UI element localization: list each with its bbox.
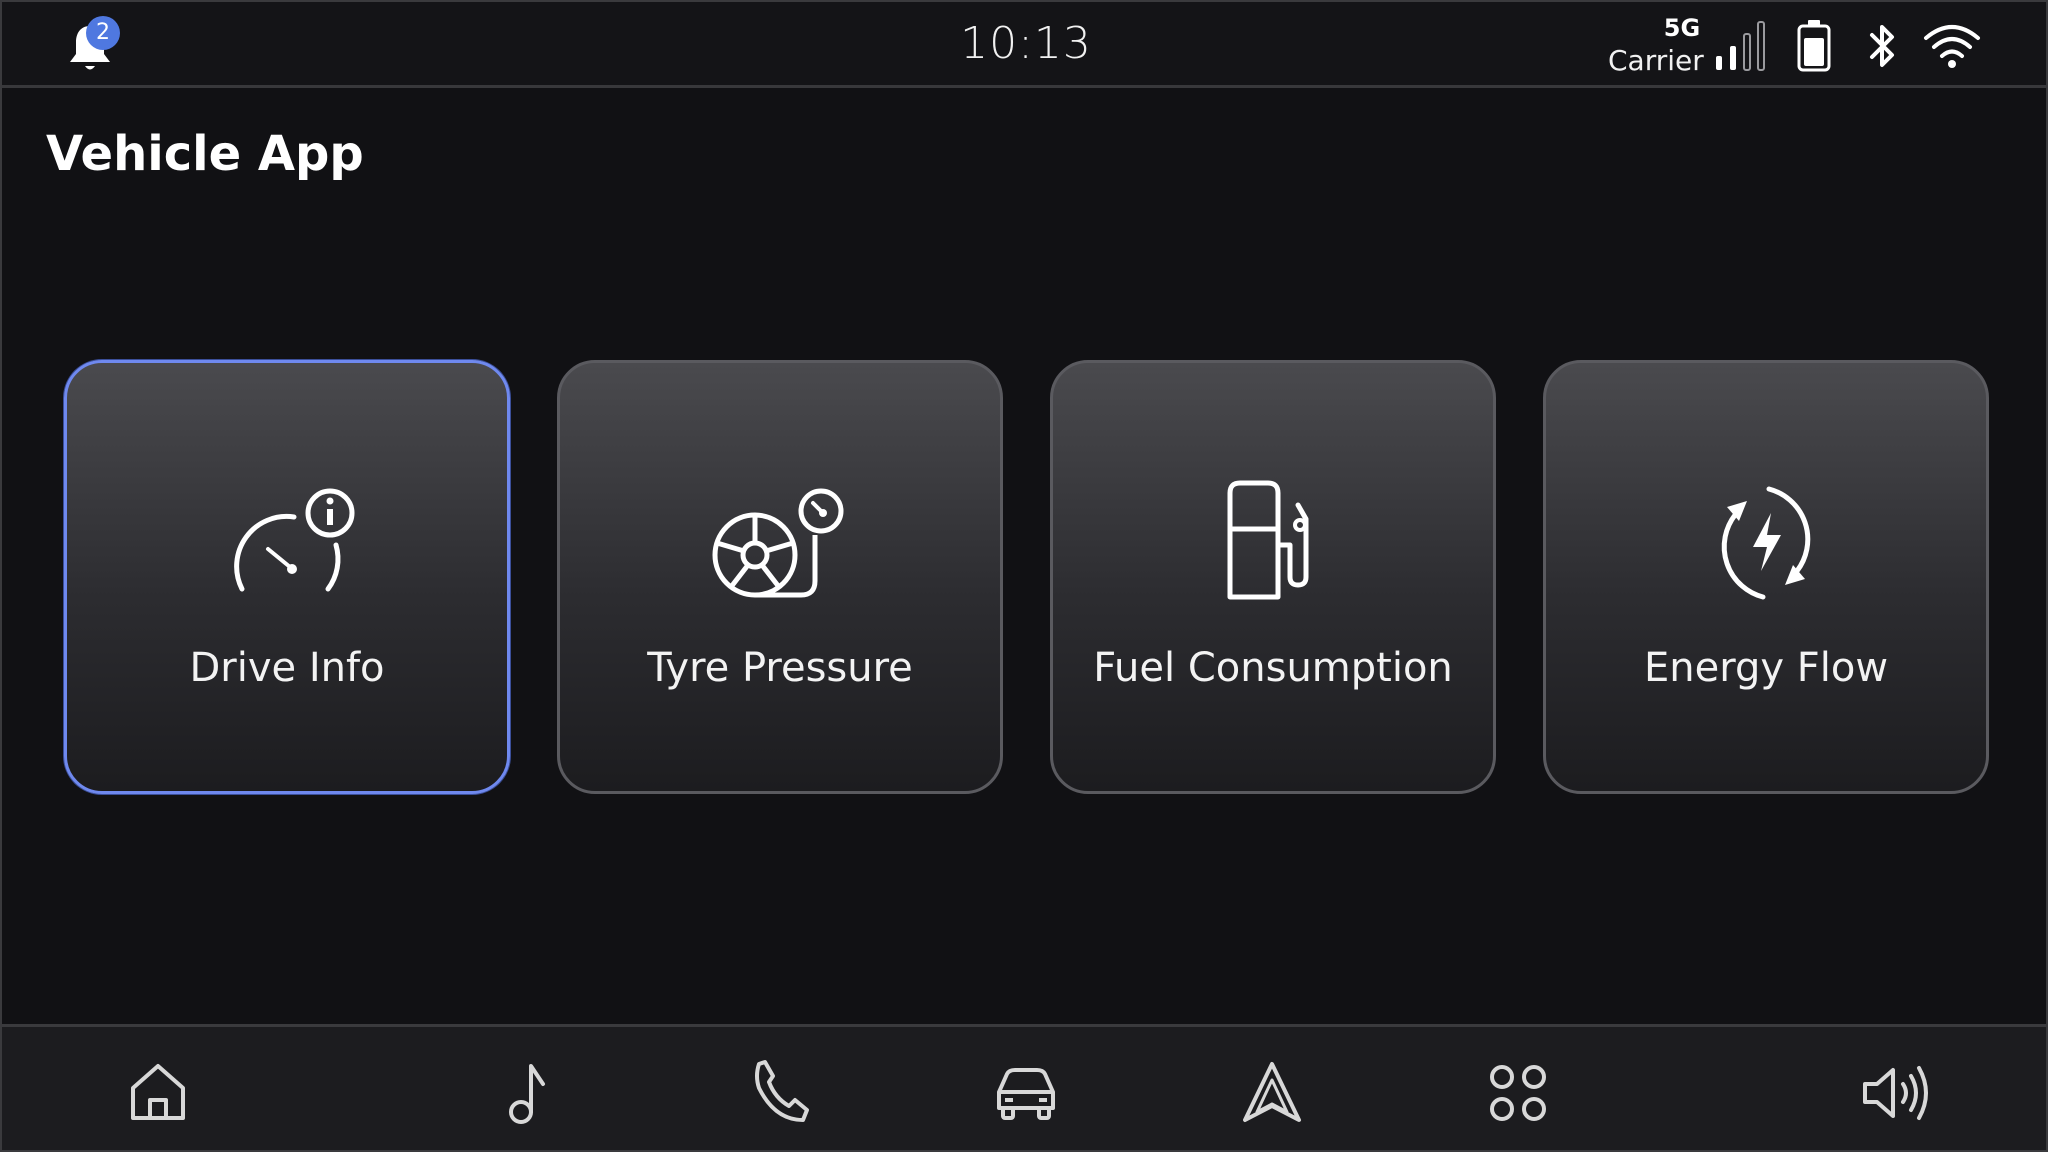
navigation-icon [1243,1062,1301,1122]
tile-label: Fuel Consumption [1093,645,1453,691]
tile-label: Drive Info [189,645,385,691]
bottom-nav [2,1024,2046,1150]
screen: 2 10:13 5G Carrier Vehicle App Drive Inf… [0,0,2048,1152]
signal-icon [1716,21,1765,71]
car-icon [997,1068,1055,1120]
tile-fuel-consumption[interactable]: Fuel Consumption [1050,360,1496,794]
speedometer-info-icon [234,488,355,592]
status-bar: 2 10:13 5G Carrier [2,2,2046,88]
network-type: 5G [1663,14,1701,42]
nav-home-button[interactable] [120,1055,196,1131]
music-icon [509,1064,545,1124]
tile-energy-flow[interactable]: Energy Flow [1543,360,1989,794]
carrier-name: Carrier [1608,44,1704,77]
bluetooth-icon [1870,25,1894,67]
tyre-pressure-icon [712,488,844,598]
tile-tyre-pressure[interactable]: Tyre Pressure [557,360,1003,794]
tile-label: Energy Flow [1643,645,1889,691]
nav-vehicle-button[interactable] [988,1055,1064,1131]
home-icon [131,1064,185,1120]
nav-music-button[interactable] [494,1055,570,1131]
page-title: Vehicle App [46,126,364,182]
tile-label: Tyre Pressure [647,645,913,691]
nav-volume-button[interactable] [1858,1055,1934,1131]
nav-apps-button[interactable] [1480,1055,1556,1131]
tile-drive-info[interactable]: Drive Info [64,360,510,794]
nav-navigation-button[interactable] [1234,1055,1310,1131]
fuel-pump-icon [1227,480,1309,600]
app-tiles: Drive Info Tyre Pressure Fuel Consumptio… [64,360,1992,796]
nav-phone-button[interactable] [742,1055,818,1131]
phone-icon [755,1060,809,1122]
volume-icon [1863,1066,1928,1120]
apps-icon [1490,1065,1546,1121]
energy-flow-icon [1721,486,1811,600]
battery-icon [1797,20,1831,72]
wifi-icon [1924,25,1980,68]
